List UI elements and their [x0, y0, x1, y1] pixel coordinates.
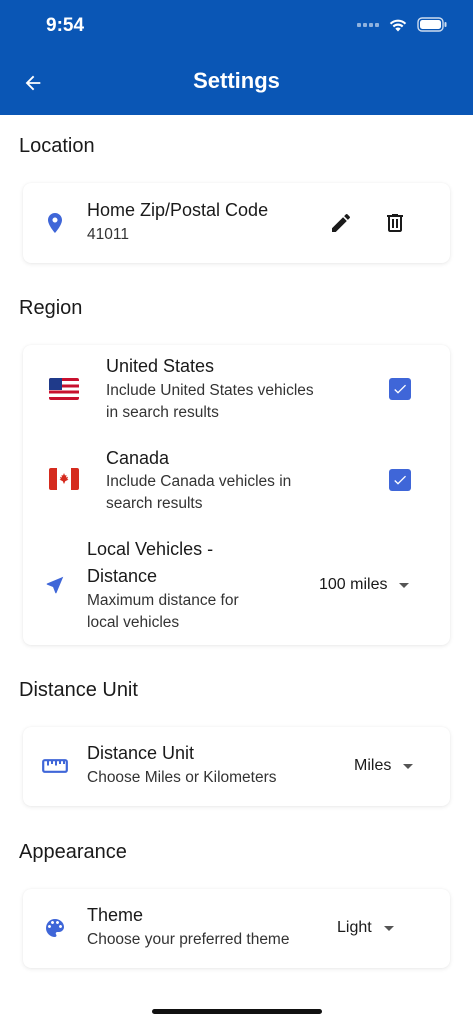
- trash-icon: [387, 214, 403, 232]
- dropdown-caret-icon: [403, 763, 414, 769]
- distance-unit-dropdown-value: Miles: [354, 757, 392, 774]
- home-indicator: [152, 1009, 322, 1014]
- us-title: United States: [106, 356, 215, 376]
- theme-dropdown-value: Light: [337, 919, 372, 936]
- us-checkbox[interactable]: [389, 378, 411, 400]
- us-flag-icon: [49, 378, 79, 400]
- theme-title: Theme: [87, 905, 144, 925]
- local-vehicles-subtitle-line2: local vehicles: [87, 614, 180, 631]
- us-subtitle-line1: Include United States vehicles: [106, 382, 314, 399]
- canada-title: Canada: [106, 448, 170, 468]
- local-vehicles-distance-row[interactable]: Local Vehicles - Distance Maximum distan…: [23, 531, 450, 641]
- distance-unit-row[interactable]: Distance Unit Choose Miles or Kilometers…: [23, 727, 450, 806]
- theme-dropdown[interactable]: Light: [337, 919, 394, 937]
- status-time: 9:54: [46, 15, 85, 36]
- appearance-card: Theme Choose your preferred theme Light: [23, 889, 450, 968]
- canada-flag-icon: [49, 468, 79, 490]
- theme-subtitle: Choose your preferred theme: [87, 931, 290, 948]
- canada-subtitle-line2: search results: [106, 495, 203, 512]
- delete-zip-button[interactable]: [379, 207, 411, 239]
- dropdown-caret-icon: [399, 582, 410, 588]
- ruler-icon: [41, 754, 69, 778]
- home-zip-row[interactable]: Home Zip/Postal Code 41011: [23, 183, 450, 263]
- distance-unit-subtitle: Choose Miles or Kilometers: [87, 769, 277, 786]
- local-vehicles-subtitle-line1: Maximum distance for: [87, 592, 239, 609]
- home-zip-value: 41011: [87, 226, 129, 243]
- distance-dropdown[interactable]: 100 miles: [319, 576, 410, 594]
- distance-dropdown-value: 100 miles: [319, 576, 388, 593]
- status-icons: [357, 17, 447, 32]
- home-zip-title: Home Zip/Postal Code: [87, 200, 269, 220]
- region-card: United States Include United States vehi…: [23, 345, 450, 645]
- navigation-arrow-icon: [41, 571, 69, 599]
- local-vehicles-title-line1: Local Vehicles -: [87, 539, 214, 559]
- signal-icon: [357, 22, 379, 27]
- region-row-canada[interactable]: Canada Include Canada vehicles in search…: [23, 437, 450, 527]
- checkmark-icon: [394, 475, 406, 485]
- section-title-distance-unit: Distance Unit: [19, 679, 138, 701]
- checkmark-icon: [394, 384, 406, 394]
- canada-checkbox[interactable]: [389, 469, 411, 491]
- distance-unit-card: Distance Unit Choose Miles or Kilometers…: [23, 727, 450, 806]
- section-title-location: Location: [19, 135, 95, 157]
- canada-subtitle-line1: Include Canada vehicles in: [106, 473, 292, 490]
- location-pin-icon: [41, 209, 69, 237]
- theme-row[interactable]: Theme Choose your preferred theme Light: [23, 889, 450, 968]
- edit-zip-button[interactable]: [325, 207, 357, 239]
- distance-unit-title: Distance Unit: [87, 743, 195, 763]
- us-subtitle-line2: in search results: [106, 404, 219, 421]
- page-title: Settings: [193, 68, 280, 93]
- location-card: Home Zip/Postal Code 41011: [23, 183, 450, 263]
- dropdown-caret-icon: [383, 925, 394, 931]
- section-title-appearance: Appearance: [19, 841, 127, 863]
- pencil-icon: [332, 213, 351, 232]
- palette-icon: [41, 914, 69, 942]
- wifi-icon: [389, 19, 407, 31]
- region-row-united-states[interactable]: United States Include United States vehi…: [23, 345, 450, 435]
- app-bar: 9:54 Settings: [0, 0, 473, 115]
- distance-unit-dropdown[interactable]: Miles: [354, 757, 414, 775]
- local-vehicles-title-line2: Distance: [87, 566, 158, 586]
- battery-icon: [417, 17, 447, 32]
- section-title-region: Region: [19, 297, 83, 319]
